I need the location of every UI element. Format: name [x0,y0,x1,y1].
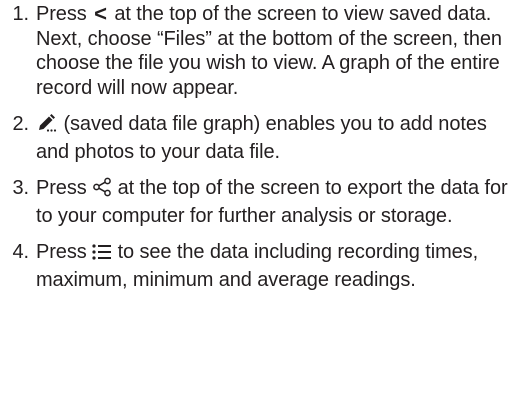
step-number: 2. [12,113,30,135]
step-text-before: Press [36,3,87,25]
step-4: 4. Press to see the data including recor… [0,240,523,292]
step-text: Press < at the top of the screen to view… [36,1,523,100]
step-text: (saved data file graph) enables you to a… [36,112,523,164]
instructions-document: 1. Press < at the top of the screen to v… [0,0,531,420]
share-icon [92,177,112,204]
pencil-note-icon [36,113,58,140]
list-icon [92,243,112,268]
step-number: 1. [12,3,30,25]
step-text: Press at the top of the screen to export… [36,176,523,228]
step-text: Press to see the data including recordin… [36,240,523,292]
step-text-after: (saved data file graph) enables you to a… [36,113,487,163]
step-2: 2. (saved data file graph) enables you t… [0,112,523,164]
chevron-left-icon: < [94,1,107,26]
step-1: 1. Press < at the top of the screen to v… [0,1,523,100]
step-3: 3. Press at the top of the screen to exp… [0,176,523,228]
step-number: 4. [12,241,30,263]
step-text-before: Press [36,177,87,199]
step-text-before: Press [36,241,87,263]
step-number: 3. [12,177,30,199]
